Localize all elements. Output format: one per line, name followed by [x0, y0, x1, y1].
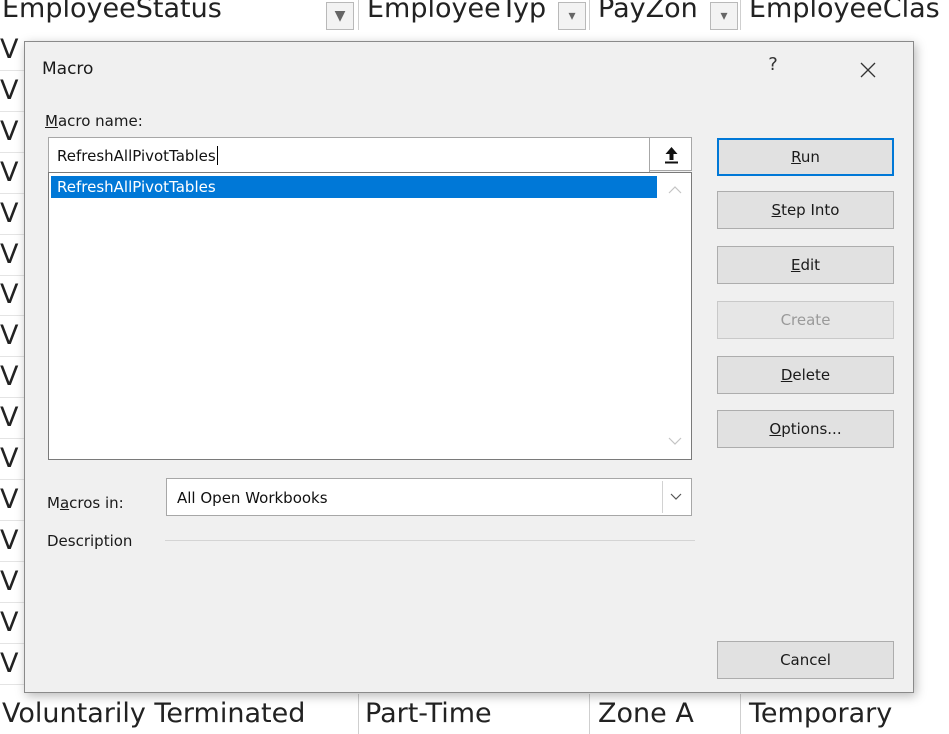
cell-employee-status[interactable]: V — [0, 439, 25, 480]
chevron-down-icon — [668, 437, 682, 445]
description-divider — [165, 540, 695, 541]
help-button[interactable]: ? — [763, 54, 783, 84]
dialog-title: Macro — [42, 59, 94, 79]
cell-text: Voluntarily Terminated — [2, 698, 306, 729]
close-icon — [860, 62, 876, 77]
button-label: tep Into — [781, 201, 840, 219]
button-label: ptions... — [781, 420, 842, 438]
cell-employee-status[interactable]: V — [0, 194, 25, 235]
options-button[interactable]: Options... — [717, 410, 894, 448]
cell-employee-status[interactable]: V — [0, 480, 25, 521]
macros-in-label: Macros in: — [47, 494, 124, 512]
cell-employee-status[interactable]: V — [0, 275, 25, 317]
header-cell-employee-status[interactable]: EmployeeStatus ▼ — [0, 0, 359, 30]
macros-in-select[interactable]: All Open Workbooks — [166, 478, 692, 516]
cell-pay-zone[interactable]: Zone A — [590, 694, 741, 734]
scroll-up-button[interactable] — [661, 181, 689, 201]
macro-name-label: Macro name: — [45, 112, 143, 130]
list-item[interactable]: RefreshAllPivotTables — [51, 176, 657, 198]
close-button[interactable] — [845, 50, 891, 88]
accesskey: M — [45, 112, 58, 130]
header-cell-employee-class[interactable]: EmployeeClas — [741, 0, 949, 30]
header-label: PayZon — [598, 0, 698, 24]
button-label: elete — [792, 366, 831, 384]
dropdown-arrow-icon[interactable]: ▾ — [558, 2, 586, 30]
accesskey: R — [791, 148, 801, 166]
button-label: un — [800, 148, 820, 166]
macro-name-input[interactable]: RefreshAllPivotTables — [48, 137, 650, 173]
sheet-header-row: EmployeeStatus ▼ EmployeeTyp ▾ PayZon ▾ … — [0, 0, 949, 30]
accesskey: a — [59, 494, 70, 512]
cell-text: Temporary — [749, 698, 893, 729]
label-text: cros in: — [69, 494, 124, 512]
description-label: Description — [47, 532, 133, 550]
sheet-visible-row: Voluntarily Terminated Part-Time Zone A … — [0, 694, 949, 734]
accesskey: S — [771, 201, 782, 219]
cell-employee-status[interactable]: V — [0, 71, 25, 112]
cell-employee-status[interactable]: V — [0, 562, 25, 603]
header-cell-pay-zone[interactable]: PayZon ▾ — [590, 0, 741, 30]
cell-text: Zone A — [598, 698, 694, 729]
cell-employee-status[interactable]: V — [0, 644, 25, 685]
cell-employee-status[interactable]: V — [0, 398, 25, 440]
header-label: EmployeeClas — [749, 0, 940, 24]
delete-button[interactable]: Delete — [717, 356, 894, 394]
dialog-titlebar[interactable]: Macro ? — [25, 42, 913, 98]
accesskey: O — [769, 420, 782, 438]
filter-icon[interactable]: ▼ — [326, 2, 354, 30]
dropdown-arrow-icon[interactable]: ▾ — [710, 2, 738, 30]
cell-employee-class[interactable]: Temporary — [741, 694, 949, 734]
label-text: acro name: — [57, 112, 143, 130]
select-value: All Open Workbooks — [177, 489, 328, 507]
accesskey: D — [780, 366, 793, 384]
scroll-down-button[interactable] — [661, 432, 689, 452]
macro-list[interactable]: RefreshAllPivotTables — [48, 172, 692, 460]
header-label: EmployeeTyp — [367, 0, 547, 24]
collapse-arrow-icon — [665, 147, 678, 164]
cell-employee-status[interactable]: V — [0, 153, 25, 194]
run-button[interactable]: Run — [717, 138, 894, 176]
text-caret — [216, 146, 218, 165]
input-text: RefreshAllPivotTables — [57, 147, 216, 165]
header-cell-employee-type[interactable]: EmployeeTyp ▾ — [359, 0, 590, 30]
cell-text: Part-Time — [365, 698, 492, 729]
cancel-button[interactable]: Cancel — [717, 641, 894, 679]
cell-employee-status[interactable]: Voluntarily Terminated — [0, 694, 359, 734]
macro-name-value: RefreshAllPivotTables — [57, 146, 218, 165]
cell-employee-status[interactable]: V — [0, 603, 25, 644]
edit-button[interactable]: Edit — [717, 246, 894, 284]
cell-employee-status[interactable]: V — [0, 521, 25, 562]
cell-employee-status[interactable]: V — [0, 112, 25, 153]
button-label: dit — [800, 256, 821, 274]
chevron-up-icon — [668, 186, 682, 194]
header-label: EmployeeStatus — [2, 0, 222, 24]
select-dropdown-button[interactable] — [662, 481, 689, 513]
macro-dialog: Macro ? Macro name: RefreshAllPivotTable… — [24, 41, 914, 693]
cell-employee-status[interactable]: V — [0, 316, 25, 358]
cell-employee-status[interactable]: V — [0, 235, 25, 276]
label-text: M — [47, 494, 60, 512]
create-button: Create — [717, 301, 894, 339]
step-into-button[interactable]: Step Into — [717, 191, 894, 229]
cell-employee-type[interactable]: Part-Time — [359, 694, 590, 734]
cell-employee-status[interactable]: V — [0, 357, 25, 399]
cell-employee-status[interactable]: V — [0, 30, 25, 71]
collapse-dialog-button[interactable] — [649, 137, 692, 171]
chevron-down-icon — [670, 493, 682, 500]
